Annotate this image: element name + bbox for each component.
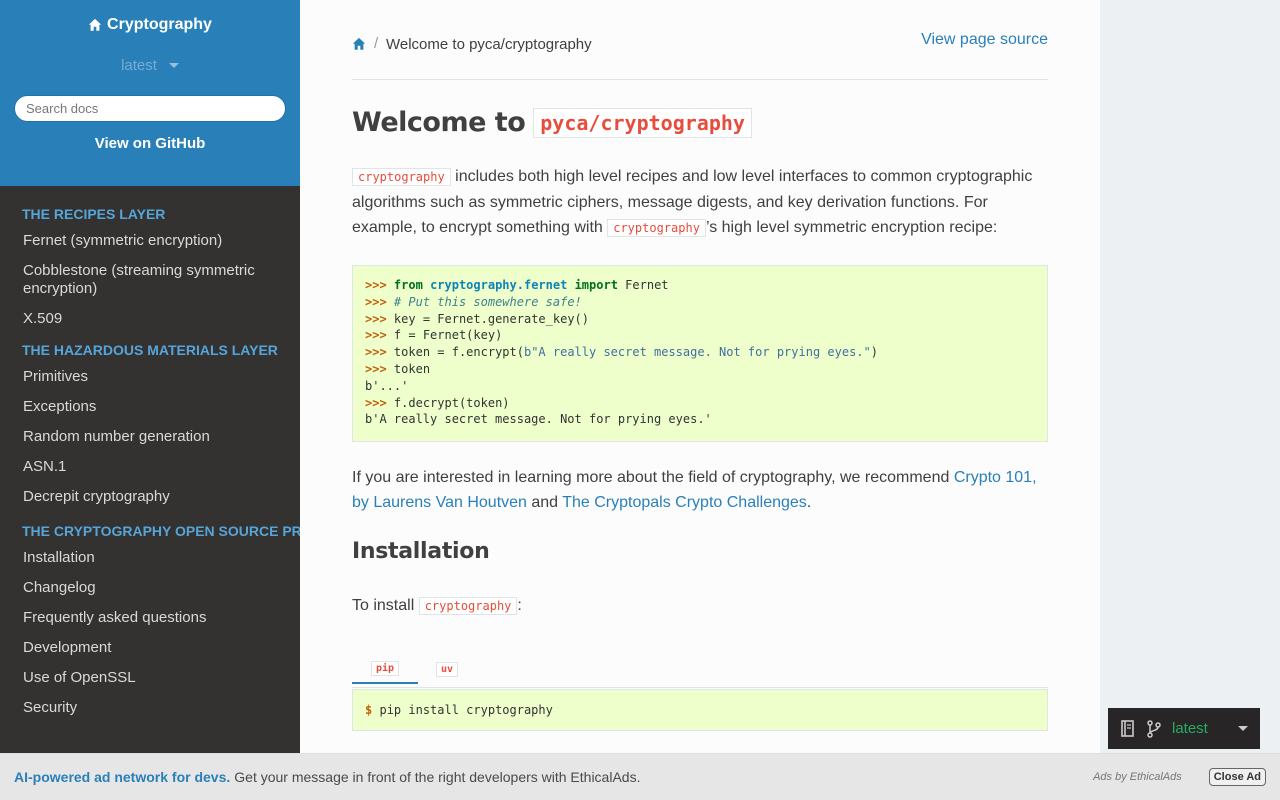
view-on-github-link[interactable]: View on GitHub [0,135,300,152]
version-flyout[interactable]: latest [1108,708,1260,749]
nav-item-x509[interactable]: X.509 [0,310,300,328]
install-text: To install [352,597,419,614]
install-code-block: $ pip install cryptography [352,689,1048,731]
ad-text: Get your message in front of the right d… [234,769,641,785]
nav-item-decrepit[interactable]: Decrepit cryptography [0,488,300,506]
document: / Welcome to pyca/cryptography View page… [352,0,1048,731]
inline-code: cryptography [418,597,518,615]
close-ad-button[interactable]: Close Ad [1208,768,1266,786]
sidebar-nav: The Recipes Layer Fernet (symmetric encr… [0,186,300,717]
tab-uv[interactable]: uv [432,654,462,685]
cryptopals-link[interactable]: The Cryptopals Crypto Challenges [562,494,807,511]
nav-item-faq[interactable]: Frequently asked questions [0,609,300,627]
tab-pip-label: pip [370,660,400,676]
learn-more-text-1: If you are interested in learning more a… [352,469,954,486]
flyout-version: latest [1172,720,1208,737]
git-branch-icon [1147,719,1161,738]
nav-caption-project: The Cryptography Open Source Project [22,523,300,539]
view-page-source-link[interactable]: View page source [921,31,1048,49]
content-area: / Welcome to pyca/cryptography View page… [300,0,1100,800]
nav-caption-recipes: The Recipes Layer [22,206,166,222]
nav-item-asn1[interactable]: ASN.1 [0,458,300,476]
learn-more-text-2: and [526,494,563,511]
installation-heading: Installation [352,539,490,564]
ad-bar: AI-powered ad network for devs. Get your… [0,753,1280,800]
install-paragraph: To install cryptography: [352,593,1048,619]
nav-item-openssl[interactable]: Use of OpenSSL [0,669,300,687]
page-title: Welcome to pyca/cryptography [352,107,752,138]
right-margin [1100,0,1280,800]
nav-item-random[interactable]: Random number generation [0,428,300,446]
ad-link[interactable]: AI-powered ad network for devs. [14,769,230,785]
learn-more-paragraph: If you are interested in learning more a… [352,465,1048,515]
nav-item-security[interactable]: Security [0,699,300,717]
nav-item-exceptions[interactable]: Exceptions [0,398,300,416]
tab-pip[interactable]: pip [352,654,418,684]
nav-item-changelog[interactable]: Changelog [0,579,300,597]
version-label: latest [121,57,157,74]
breadcrumb-separator: / [374,35,379,52]
learn-more-text-3: . [806,494,812,511]
ads-by-ethicalads[interactable]: Ads by EthicalAds [1093,771,1182,783]
page-title-code: pyca/cryptography [533,107,752,138]
intro-paragraph: cryptography includes both high level re… [352,164,1048,241]
caret-down-icon [168,63,179,68]
install-command: $ pip install cryptography [365,703,553,717]
sidebar: Cryptography latest View on GitHub The R… [0,0,300,800]
book-icon [1121,719,1134,737]
nav-item-cobblestone[interactable]: Cobblestone (streaming symmetric encrypt… [0,262,300,298]
breadcrumb-current: Welcome to pyca/cryptography [386,36,592,53]
sidebar-header: Cryptography latest View on GitHub [0,0,300,186]
tab-uv-label: uv [435,662,459,677]
page-title-text: Welcome to [352,107,526,138]
breadcrumb: / Welcome to pyca/cryptography View page… [352,0,1048,80]
home-icon[interactable] [352,37,366,51]
project-name: Cryptography [107,16,212,33]
install-text-end: : [517,597,522,614]
inline-code: cryptography [352,168,451,186]
code-example-block: >>> from cryptography.fernet import Fern… [352,265,1048,442]
search-input[interactable] [14,95,286,122]
project-home-link[interactable]: Cryptography [88,16,212,34]
home-icon [88,18,102,31]
nav-item-development[interactable]: Development [0,639,300,657]
code-example: >>> from cryptography.fernet import Fern… [365,278,878,427]
intro-text-2: ’s high level symmetric encryption recip… [705,219,998,236]
inline-code: cryptography [607,219,706,237]
nav-item-installation[interactable]: Installation [0,549,300,567]
caret-down-icon [1238,726,1248,731]
version-selector[interactable]: latest [121,57,179,74]
nav-item-primitives[interactable]: Primitives [0,368,300,386]
nav-caption-hazmat: The Hazardous Materials Layer [22,342,278,358]
install-tabs: pip uv [352,654,1048,688]
nav-item-fernet[interactable]: Fernet (symmetric encryption) [0,232,300,250]
